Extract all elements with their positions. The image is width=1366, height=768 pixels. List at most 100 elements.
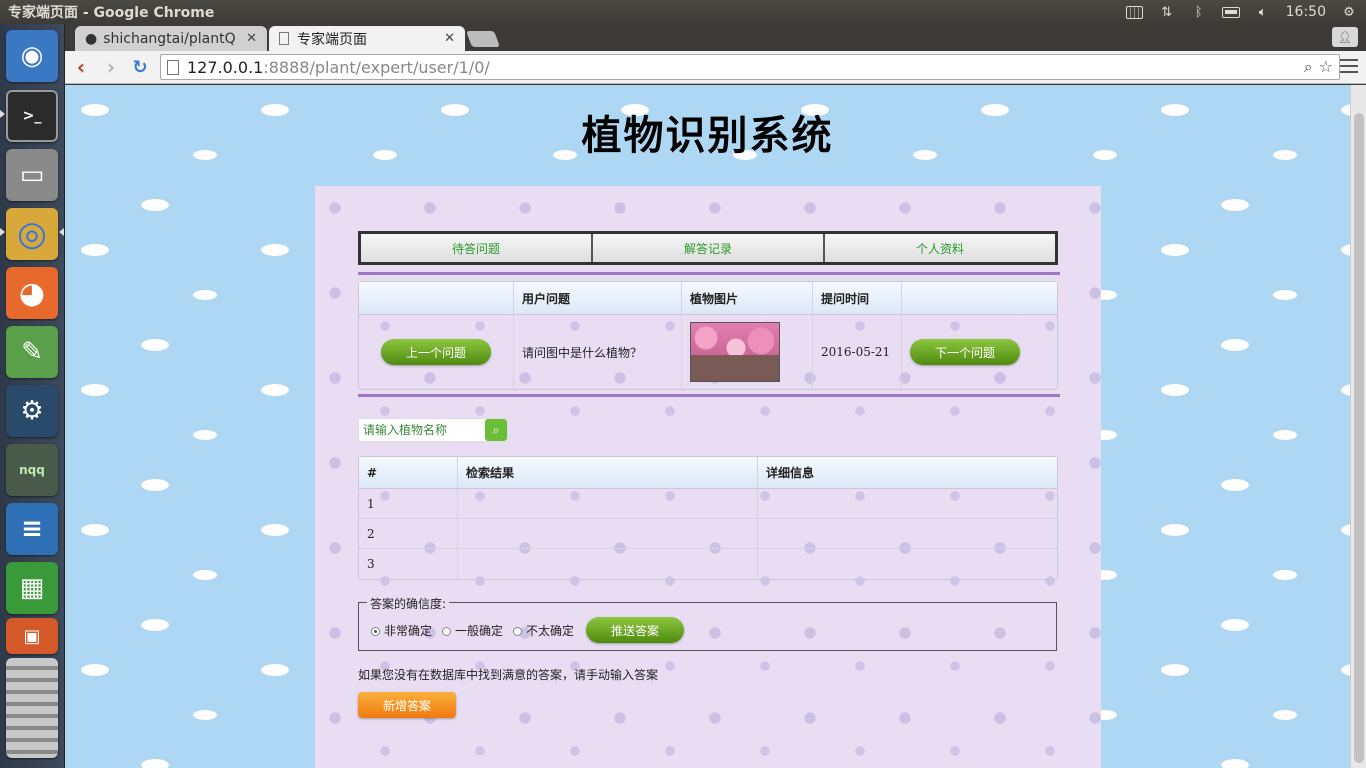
address-bar[interactable]: 127.0.0.1 :8888/plant/expert/user/1/0/ ⌕… [160, 54, 1340, 80]
question-table: 用户问题 植物图片 提问时间 上一个问题 请问图中是什么植物？ 2016-05-… [358, 281, 1058, 390]
result-cell[interactable] [458, 489, 758, 518]
header-cell: # [359, 457, 458, 488]
manual-answer-hint: 如果您没有在数据库中找到满意的答案，请手动输入答案 [358, 668, 659, 682]
confidence-option-very-sure[interactable]: 非常确定 [371, 622, 432, 639]
result-cell[interactable] [458, 519, 758, 548]
confidence-option-unsure[interactable]: 不太确定 [513, 622, 574, 639]
main-panel: 待答问题 解答记录 个人资料 用户问题 植物图片 提问时间 上一个问题 请问图中… [315, 186, 1101, 768]
page-viewport: 植物识别系统 待答问题 解答记录 个人资料 用户问题 植物图片 提问时间 上一个… [65, 85, 1350, 768]
launcher-files[interactable]: ▭ [6, 149, 58, 201]
result-cell[interactable] [458, 549, 758, 579]
launcher-nqq[interactable]: nqq [6, 444, 58, 496]
nav-pending-questions[interactable]: 待答问题 [361, 234, 593, 262]
new-tab-button[interactable] [466, 31, 500, 47]
terminal-icon: >_ [22, 108, 42, 124]
page-icon [279, 32, 289, 45]
back-button[interactable]: ‹ [69, 55, 93, 79]
header-cell [902, 282, 1057, 314]
launcher-writer[interactable]: ≡ [6, 503, 58, 555]
plant-image[interactable] [690, 322, 780, 382]
clock[interactable]: 16:50 [1286, 4, 1326, 20]
row-number: 2 [359, 519, 458, 548]
close-icon[interactable]: ✕ [444, 31, 455, 46]
question-text: 请问图中是什么植物？ [514, 315, 682, 389]
nav-profile[interactable]: 个人资料 [825, 234, 1055, 262]
network-icon[interactable]: ⇅ [1158, 5, 1176, 20]
bookmark-star-icon[interactable]: ☆ [1319, 57, 1333, 77]
push-answer-button[interactable]: 推送答案 [586, 617, 685, 643]
browser-toolbar: ‹ › ↻ 127.0.0.1 :8888/plant/expert/user/… [65, 51, 1366, 84]
add-answer-button[interactable]: 新增答案 [358, 692, 456, 718]
divider [358, 272, 1060, 275]
next-question-button[interactable]: 下一个问题 [910, 339, 1020, 365]
page-title: 植物识别系统 [581, 113, 834, 159]
files-icon: ▭ [19, 160, 45, 190]
github-icon: ● [85, 30, 98, 47]
tab-github[interactable]: ● shichangtai/plantQ ✕ [75, 26, 267, 51]
plant-search: ⌕ [358, 418, 508, 442]
radio-selected-icon[interactable] [371, 626, 380, 636]
radio-icon[interactable] [442, 626, 452, 636]
header-cell: 详细信息 [766, 466, 815, 480]
results-table: # 检索结果 详细信息 1 2 3 [358, 456, 1058, 580]
profile-icon[interactable]: 👤︎ [1332, 27, 1358, 47]
confidence-fieldset: 答案的确信度: 非常确定 一般确定 不太确定 推送答案 [358, 595, 1057, 651]
impress-icon: ▣ [23, 625, 41, 647]
forward-button[interactable]: › [99, 55, 123, 79]
table-header: 用户问题 植物图片 提问时间 [359, 282, 1057, 315]
header-cell [359, 282, 514, 314]
tab-label: shichangtai/plantQ [103, 30, 236, 47]
launcher-editor[interactable]: ✎ [6, 326, 58, 378]
detail-cell[interactable] [758, 519, 1057, 548]
nqq-icon: nqq [19, 463, 45, 477]
writer-icon: ≡ [21, 514, 43, 544]
mysql-workbench-icon: ⚙ [20, 396, 44, 426]
url-host: 127.0.0.1 [187, 57, 264, 77]
confidence-legend: 答案的确信度: [367, 595, 450, 612]
launcher-terminal[interactable]: >_ [6, 90, 58, 142]
launcher-calc[interactable]: ▦ [6, 562, 58, 614]
header-cell: 植物图片 [682, 282, 813, 314]
divider [358, 394, 1060, 397]
zoom-icon[interactable]: ⌕ [1304, 57, 1313, 77]
ubuntu-logo-icon: ◉ [20, 41, 44, 71]
header-cell: 检索结果 [458, 457, 758, 488]
keyboard-icon[interactable] [1126, 5, 1144, 19]
detail-cell[interactable] [758, 489, 1057, 518]
scrollbar-thumb[interactable] [1354, 113, 1364, 763]
browser-tab-strip: ● shichangtai/plantQ ✕ 专家端页面 ✕ 👤︎ [65, 24, 1366, 51]
reload-button[interactable]: ↻ [128, 55, 152, 79]
launcher-stacked-apps[interactable] [6, 658, 58, 758]
table-row: 1 [359, 489, 1057, 519]
confidence-options: 非常确定 一般确定 不太确定 推送答案 [371, 617, 685, 643]
bluetooth-icon[interactable]: ᛒ [1190, 5, 1208, 20]
launcher-impress[interactable]: ▣ [6, 618, 58, 654]
close-icon[interactable]: ✕ [246, 31, 257, 46]
tab-expert-page[interactable]: 专家端页面 ✕ [269, 26, 465, 51]
settings-gear-icon[interactable]: ⚙ [1340, 5, 1358, 20]
search-input[interactable] [359, 419, 485, 441]
indicator-area: ⇅ ᛒ 🔈︎ 16:50 ⚙ [1126, 4, 1366, 20]
search-icon: ⌕ [492, 422, 500, 437]
chrome-menu-button[interactable] [1340, 57, 1358, 75]
table-row: 上一个问题 请问图中是什么植物？ 2016-05-21 下一个问题 [359, 315, 1057, 389]
launcher-mysql-workbench[interactable]: ⚙ [6, 385, 58, 437]
launcher-chrome[interactable]: ◎ [6, 208, 58, 260]
volume-icon[interactable]: 🔈︎ [1254, 5, 1272, 20]
nav-answer-history[interactable]: 解答记录 [593, 234, 825, 262]
confidence-option-fairly-sure[interactable]: 一般确定 [442, 622, 503, 639]
search-button[interactable]: ⌕ [485, 419, 507, 441]
launcher-ubuntu-dash[interactable]: ◉ [6, 30, 58, 82]
header-cell: 用户问题 [514, 282, 682, 314]
page-scrollbar[interactable] [1350, 85, 1366, 768]
chrome-icon: ◎ [17, 214, 47, 254]
detail-cell[interactable] [758, 549, 1057, 579]
prev-question-button[interactable]: 上一个问题 [381, 339, 491, 365]
radio-icon[interactable] [513, 626, 523, 636]
page-icon [167, 59, 179, 75]
launcher-firefox[interactable]: ◕ [6, 267, 58, 319]
row-number: 1 [359, 489, 458, 518]
os-top-panel: 专家端页面 - Google Chrome ⇅ ᛒ 🔈︎ 16:50 ⚙ [0, 0, 1366, 24]
battery-icon[interactable] [1221, 5, 1240, 19]
calc-icon: ▦ [19, 573, 45, 603]
